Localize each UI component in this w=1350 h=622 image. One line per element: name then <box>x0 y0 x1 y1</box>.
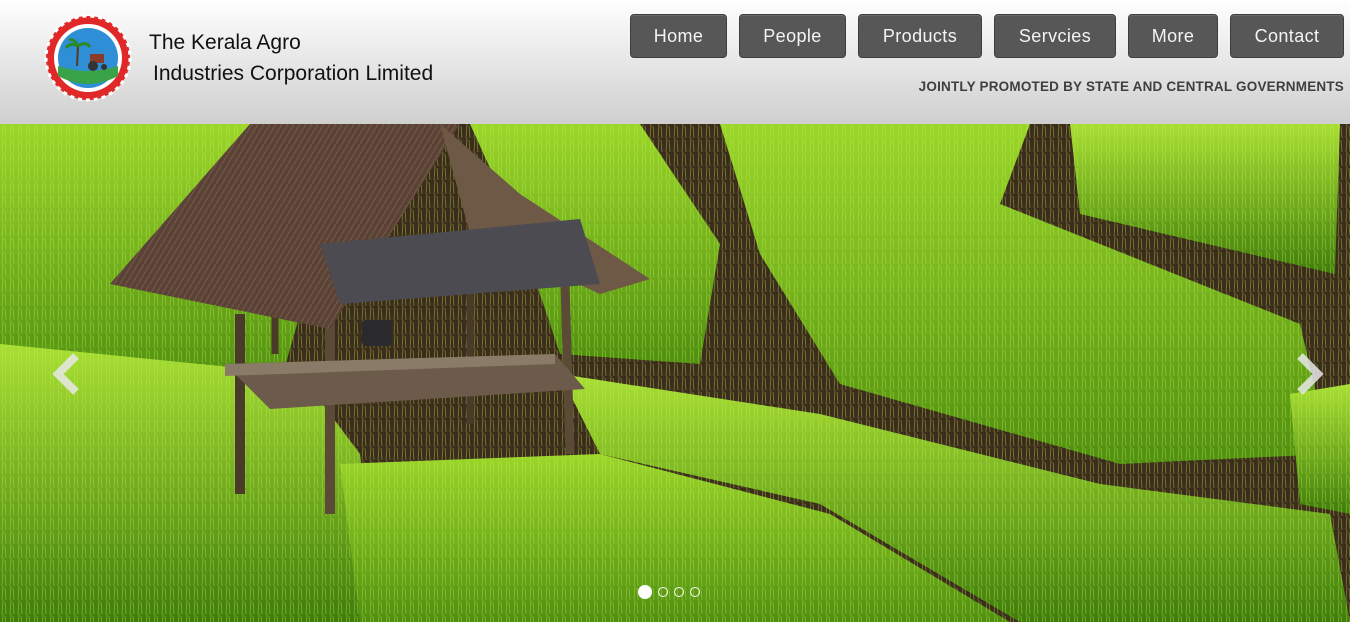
carousel-indicators <box>638 585 700 599</box>
carousel-dot-4[interactable] <box>690 587 700 597</box>
hero-carousel[interactable] <box>0 124 1350 622</box>
nav-home[interactable]: Home <box>630 14 727 58</box>
company-logo[interactable] <box>44 14 132 102</box>
nav-contact[interactable]: Contact <box>1230 14 1344 58</box>
carousel-dot-3[interactable] <box>674 587 684 597</box>
nav-people[interactable]: People <box>739 14 846 58</box>
main-nav: Home People Products Servcies More Conta… <box>630 14 1344 58</box>
company-name[interactable]: The Kerala Agro Industries Corporation L… <box>149 27 433 89</box>
carousel-next-icon[interactable] <box>1292 352 1326 396</box>
site-header: The Kerala Agro Industries Corporation L… <box>0 0 1350 125</box>
nav-more[interactable]: More <box>1128 14 1218 58</box>
brand-line-1: The Kerala Agro <box>149 31 301 54</box>
carousel-dot-2[interactable] <box>658 587 668 597</box>
tagline: JOINTLY PROMOTED BY STATE AND CENTRAL GO… <box>918 79 1344 94</box>
brand-line-2: Industries Corporation Limited <box>153 62 434 85</box>
nav-services[interactable]: Servcies <box>994 14 1116 58</box>
hero-slide-image <box>0 124 1350 622</box>
nav-products[interactable]: Products <box>858 14 982 58</box>
carousel-prev-icon[interactable] <box>50 352 84 396</box>
carousel-dot-1[interactable] <box>638 585 652 599</box>
